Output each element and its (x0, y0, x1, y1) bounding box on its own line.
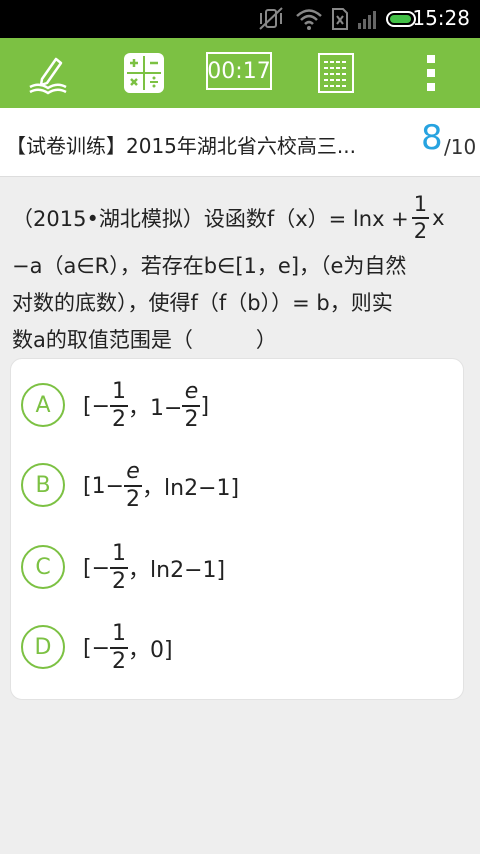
pencil-book-button[interactable] (22, 38, 74, 108)
question-line-1-text: （2015•湖北模拟）设函数f（x）= lnx + (12, 207, 409, 231)
option-d-pre: [− (83, 635, 111, 661)
calculator-icon (124, 53, 164, 93)
question-line-3: 对数的底数），使得f（f（b））= b，则实 (12, 291, 393, 315)
calculator-button[interactable] (121, 38, 167, 108)
fraction-numerator: e (126, 459, 140, 484)
option-a[interactable]: A [− 1 2 ，1− e 2 ] (21, 371, 451, 441)
timer: 00:17 (206, 52, 272, 90)
option-letter-b: B (21, 463, 65, 507)
exam-title: 【试卷训练】2015年湖北省六校高三... (6, 134, 356, 158)
fraction-denominator: 2 (411, 217, 430, 243)
option-a-answer: [− 1 2 ，1− e 2 ] (83, 371, 209, 441)
fraction-numerator: 1 (112, 621, 127, 646)
option-a-frac-1: 1 2 (110, 379, 129, 432)
option-d-post: ，0] (128, 638, 173, 663)
option-a-mid: ，1− (128, 396, 183, 421)
fraction-denominator: 2 (124, 485, 143, 512)
option-b-pre: [1− (83, 473, 125, 499)
fraction-denominator: 2 (110, 647, 129, 674)
fraction-denominator: 2 (110, 567, 129, 594)
fraction-denominator: 2 (182, 405, 201, 432)
vibrate-mute-icon (259, 7, 283, 30)
option-letter-c: C (21, 545, 65, 589)
option-letter-a: A (21, 383, 65, 427)
option-d-frac-1: 1 2 (110, 621, 129, 674)
pencil-book-icon (29, 57, 67, 95)
option-c[interactable]: C [− 1 2 ，ln2−1] (21, 533, 451, 603)
signal-icon (358, 11, 376, 29)
more-vertical-icon (427, 55, 435, 91)
more-menu-button[interactable] (416, 38, 446, 108)
exam-header: 【试卷训练】2015年湖北省六校高三... 8 /10 (0, 108, 480, 177)
fraction-denominator: 2 (110, 405, 129, 432)
question-line-2: −a（a∈R），若存在b∈[1，e]，（e为自然 (12, 254, 407, 278)
option-a-pre: [− (83, 393, 111, 419)
fraction-numerator: e (184, 379, 199, 404)
option-b-frac-1: e 2 (124, 459, 143, 512)
fraction-numerator: 1 (413, 192, 428, 216)
option-letter-d: D (21, 625, 65, 669)
status-bar: 15:28 (0, 0, 480, 38)
answer-sheet-button[interactable] (316, 38, 356, 108)
option-b-post: ，ln2−1] (142, 476, 240, 501)
fraction-numerator: 1 (112, 541, 127, 566)
options-card: A [− 1 2 ，1− e 2 ] B [1− e 2 ，ln2−1] C [… (10, 358, 464, 700)
option-a-post: ] (200, 393, 210, 419)
toolbar: 00:17 (0, 38, 480, 108)
question-line-1-tail: x (432, 206, 445, 230)
option-d-answer: [− 1 2 ，0] (83, 613, 173, 683)
option-a-frac-2: e 2 (182, 379, 201, 432)
option-d[interactable]: D [− 1 2 ，0] (21, 613, 451, 683)
fraction-numerator: 1 (112, 379, 127, 404)
option-b[interactable]: B [1− e 2 ，ln2−1] (21, 451, 451, 521)
no-sim-icon (332, 8, 348, 30)
option-b-answer: [1− e 2 ，ln2−1] (83, 451, 239, 521)
current-question-number: 8 (421, 118, 443, 158)
answer-sheet-icon (318, 53, 354, 93)
option-c-frac-1: 1 2 (110, 541, 129, 594)
status-time: 15:28 (412, 6, 470, 30)
question-fraction: 1 2 (411, 192, 430, 243)
option-c-answer: [− 1 2 ，ln2−1] (83, 533, 225, 603)
total-questions: /10 (444, 135, 477, 159)
question-line-4: 数a的取值范围是（ ） (12, 328, 277, 352)
option-c-pre: [− (83, 555, 111, 581)
option-c-post: ，ln2−1] (128, 558, 226, 583)
question-line-1: （2015•湖北模拟）设函数f（x）= lnx + 1 2 x (12, 188, 445, 248)
wifi-icon (296, 9, 322, 30)
